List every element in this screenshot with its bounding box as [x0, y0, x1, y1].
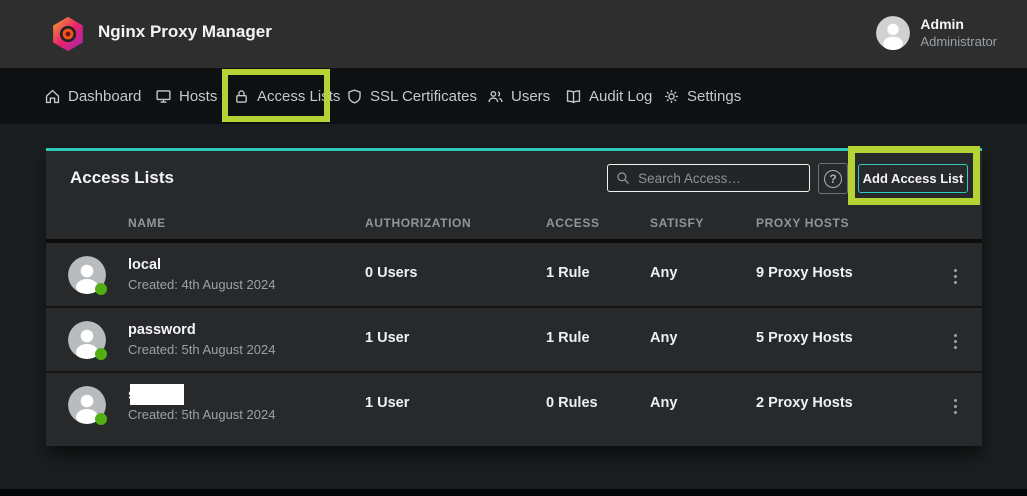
column-header-access: ACCESS [546, 216, 600, 230]
access-value: 1 Rule [546, 265, 590, 281]
search-box [607, 164, 810, 192]
nav-item-dashboard[interactable]: Dashboard [44, 68, 141, 124]
created-date: Created: 4th August 2024 [128, 276, 275, 295]
table-row: password Created: 5th August 2024 1 User… [46, 308, 982, 373]
access-lists-panel: Access Lists ? Add Access List NAME AUTH… [46, 148, 982, 446]
lock-icon [233, 88, 250, 105]
row-avatar [68, 321, 106, 359]
nav-label: Audit Log [589, 88, 652, 105]
authorization-value: 0 Users [365, 265, 417, 281]
panel-header: Access Lists ? Add Access List [46, 151, 982, 205]
main-nav: Dashboard Hosts Access Lists SSL Certifi… [0, 68, 1027, 124]
access-list-name[interactable]: local [128, 255, 275, 276]
column-header-name: NAME [128, 216, 166, 230]
row-avatar [68, 386, 106, 424]
gear-icon [663, 88, 680, 105]
row-menu-kebab-icon[interactable] [944, 263, 966, 289]
home-icon [44, 88, 61, 105]
column-header-authorization: AUTHORIZATION [365, 216, 471, 230]
online-status-dot [95, 348, 107, 360]
satisfy-value: Any [650, 265, 677, 281]
app-title: Nginx Proxy Manager [98, 22, 272, 42]
help-button[interactable]: ? [818, 163, 848, 194]
app-logo-icon [50, 16, 86, 52]
satisfy-value: Any [650, 395, 677, 411]
search-input[interactable] [638, 171, 801, 186]
nav-label: Settings [687, 88, 741, 105]
table-row: sn Created: 5th August 2024 1 User 0 Rul… [46, 373, 982, 439]
search-icon [616, 170, 630, 186]
bottom-edge-strip [0, 489, 1027, 496]
table-header-row: NAME AUTHORIZATION ACCESS SATISFY PROXY … [46, 205, 982, 243]
nav-label: Access Lists [257, 88, 340, 105]
nav-item-users[interactable]: Users [487, 68, 550, 124]
proxy-hosts-value: 5 Proxy Hosts [756, 330, 853, 346]
row-avatar [68, 256, 106, 294]
proxy-hosts-value: 9 Proxy Hosts [756, 265, 853, 281]
satisfy-value: Any [650, 330, 677, 346]
users-icon [487, 88, 504, 105]
online-status-dot [95, 413, 107, 425]
nav-item-audit-log[interactable]: Audit Log [565, 68, 652, 124]
access-value: 0 Rules [546, 395, 598, 411]
authorization-value: 1 User [365, 330, 409, 346]
online-status-dot [95, 283, 107, 295]
nav-item-access-lists[interactable]: Access Lists [233, 68, 340, 124]
user-avatar [876, 16, 910, 50]
user-name: Admin [920, 16, 997, 34]
page-title: Access Lists [70, 168, 174, 188]
top-header-bar: Nginx Proxy Manager Admin Administrator [0, 0, 1027, 68]
user-role: Administrator [920, 34, 997, 50]
access-list-name[interactable]: password [128, 320, 275, 341]
user-menu[interactable]: Admin Administrator [876, 16, 997, 50]
nav-label: Dashboard [68, 88, 141, 105]
help-icon: ? [824, 170, 842, 188]
shield-icon [346, 88, 363, 105]
nav-label: SSL Certificates [370, 88, 477, 105]
redaction-overlay [130, 384, 184, 405]
table-row: local Created: 4th August 2024 0 Users 1… [46, 243, 982, 308]
column-header-proxy-hosts: PROXY HOSTS [756, 216, 849, 230]
column-header-satisfy: SATISFY [650, 216, 704, 230]
row-menu-kebab-icon[interactable] [944, 393, 966, 419]
created-date: Created: 5th August 2024 [128, 341, 275, 360]
nav-label: Hosts [179, 88, 217, 105]
monitor-icon [155, 88, 172, 105]
nav-label: Users [511, 88, 550, 105]
add-access-list-button[interactable]: Add Access List [858, 164, 968, 193]
access-value: 1 Rule [546, 330, 590, 346]
created-date: Created: 5th August 2024 [128, 406, 275, 425]
nav-item-hosts[interactable]: Hosts [155, 68, 217, 124]
authorization-value: 1 User [365, 395, 409, 411]
row-menu-kebab-icon[interactable] [944, 328, 966, 354]
nav-item-settings[interactable]: Settings [663, 68, 741, 124]
proxy-hosts-value: 2 Proxy Hosts [756, 395, 853, 411]
book-icon [565, 88, 582, 105]
nav-item-ssl-certificates[interactable]: SSL Certificates [346, 68, 477, 124]
